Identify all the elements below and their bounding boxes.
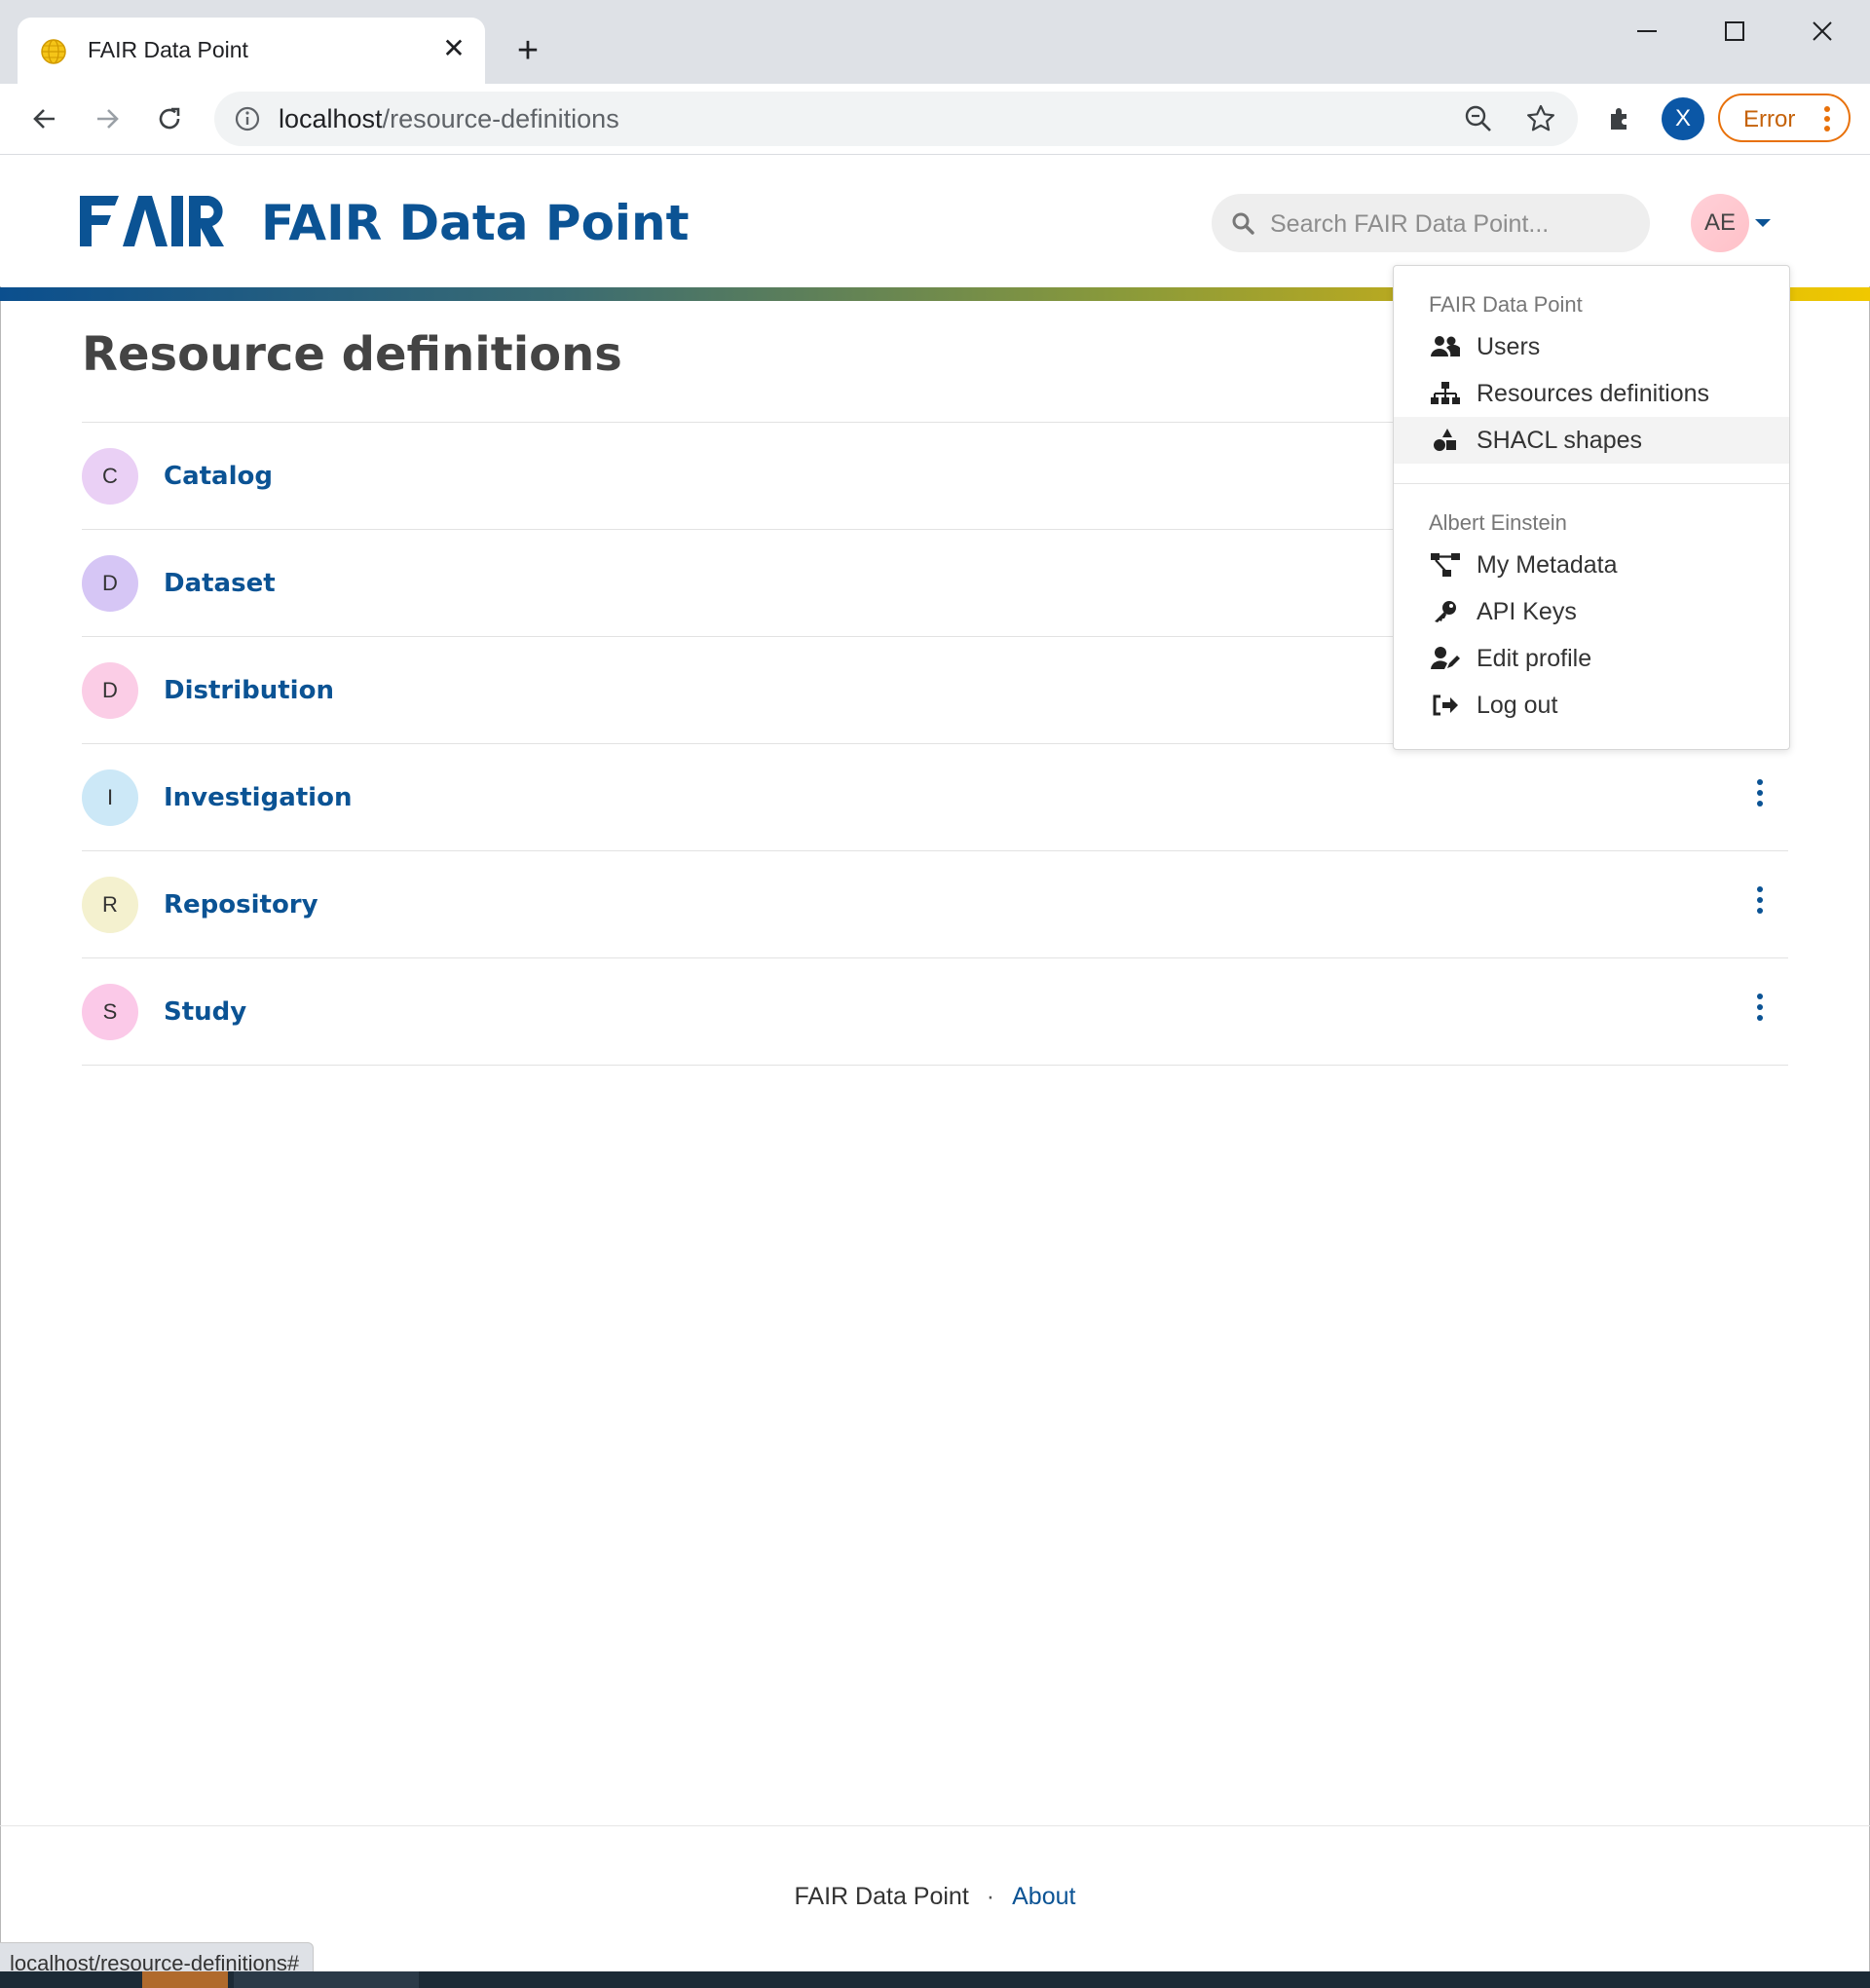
forward-arrow-icon[interactable] [86,97,129,140]
browser-tabstrip: FAIR Data Point ✕ + [0,0,1870,84]
about-link[interactable]: About [1012,1883,1075,1910]
back-arrow-icon[interactable] [23,97,66,140]
caret-down-icon[interactable] [1755,219,1771,227]
tab-close-icon[interactable]: ✕ [436,31,471,66]
list-item: S Study [82,958,1788,1066]
item-link[interactable]: Investigation [164,783,352,812]
info-icon[interactable] [234,105,261,132]
user-avatar[interactable]: AE [1691,194,1749,252]
zoom-icon[interactable] [1463,103,1494,134]
footer-separator: · [986,1883,995,1910]
reload-icon[interactable] [148,97,191,140]
tab-title: FAIR Data Point [88,37,248,62]
footer-divider [0,1825,1870,1826]
new-tab-icon[interactable]: + [506,29,549,72]
maximize-icon[interactable] [1701,10,1769,53]
browser-tab[interactable]: FAIR Data Point ✕ [18,18,485,84]
item-avatar: D [82,662,138,719]
app-title[interactable]: FAIR Data Point [261,195,690,251]
page-title: Resource definitions [82,327,622,382]
menu-item-label: API Keys [1477,598,1577,625]
url-text: localhost/resource-definitions [279,104,619,134]
item-link[interactable]: Distribution [164,676,334,705]
menu-item-users[interactable]: Users [1394,323,1789,370]
menu-item-label: My Metadata [1477,551,1618,579]
users-icon [1431,336,1460,356]
footer-app-name: FAIR Data Point [794,1883,969,1910]
item-menu-icon[interactable] [1753,886,1767,921]
sign-out-icon [1433,694,1458,716]
fair-logo[interactable] [80,196,226,246]
user-dropdown-menu: FAIR Data Point Users Resources definiti… [1393,265,1790,750]
item-menu-icon[interactable] [1753,779,1767,814]
search-input[interactable] [1268,206,1632,243]
menu-item-api-keys[interactable]: API Keys [1394,588,1789,635]
menu-item-label: Resources definitions [1477,380,1710,407]
dropdown-section-header: Albert Einstein [1429,510,1567,535]
menu-item-my-metadata[interactable]: My Metadata [1394,542,1789,588]
menu-item-label: Log out [1477,692,1558,719]
taskbar-app[interactable] [234,1971,419,1988]
minimize-icon[interactable] [1613,10,1681,53]
browser-toolbar: localhost/resource-definitions X Error [0,84,1870,155]
item-link[interactable]: Repository [164,890,318,919]
item-avatar: C [82,448,138,505]
os-taskbar [0,1971,1870,1988]
shapes-icon [1434,429,1456,451]
menu-item-resources-definitions[interactable]: Resources definitions [1394,370,1789,417]
item-avatar: R [82,877,138,933]
key-icon [1435,601,1456,622]
url-path: /resource-definitions [382,104,619,133]
dropdown-section-header: FAIR Data Point [1429,292,1583,317]
globe-favicon-icon [41,39,66,64]
item-link[interactable]: Catalog [164,462,273,491]
menu-item-shacl-shapes[interactable]: SHACL shapes [1394,417,1789,464]
kebab-menu-icon [1824,106,1830,131]
sitemap-icon [1431,382,1460,404]
item-link[interactable]: Dataset [164,569,276,598]
menu-item-edit-profile[interactable]: Edit profile [1394,635,1789,682]
list-item: R Repository [82,851,1788,958]
menu-item-label: Users [1477,333,1541,360]
user-edit-icon [1431,647,1460,669]
item-menu-icon[interactable] [1753,994,1767,1029]
error-button[interactable]: Error [1718,94,1851,142]
list-item: I Investigation [82,744,1788,851]
error-label: Error [1743,106,1796,132]
menu-item-label: Edit profile [1477,645,1592,672]
item-link[interactable]: Study [164,997,246,1027]
item-avatar: I [82,769,138,826]
menu-item-log-out[interactable]: Log out [1394,682,1789,729]
address-bar[interactable]: localhost/resource-definitions [214,92,1578,146]
profile-avatar-button[interactable]: X [1662,97,1704,140]
taskbar-app[interactable] [142,1971,228,1988]
item-avatar: D [82,555,138,612]
extensions-puzzle-icon[interactable] [1599,97,1642,140]
dropdown-divider [1394,483,1789,484]
url-host: localhost [279,104,383,133]
project-diagram-icon [1431,553,1460,577]
item-avatar: S [82,984,138,1040]
footer: FAIR Data Point · About [0,1883,1870,1911]
search-box[interactable] [1212,194,1650,252]
close-window-icon[interactable] [1788,10,1856,53]
menu-item-label: SHACL shapes [1477,427,1642,454]
bookmark-star-icon[interactable] [1525,103,1556,134]
search-icon [1232,212,1254,235]
